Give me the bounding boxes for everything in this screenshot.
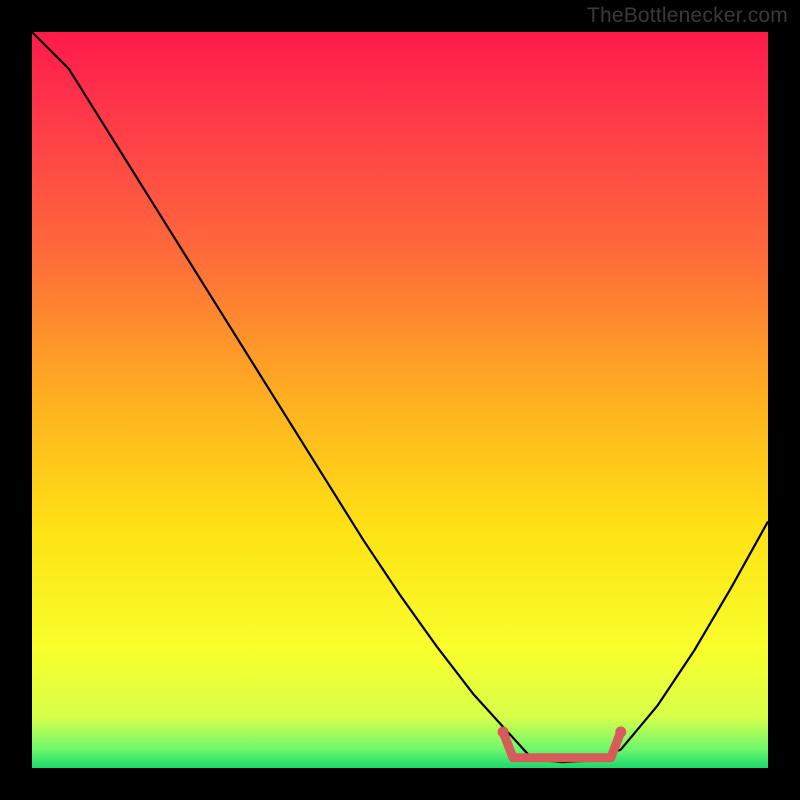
plot-area [32, 32, 768, 768]
gradient-background [32, 32, 768, 768]
bottleneck-chart: TheBottlenecker.com [0, 0, 800, 800]
attribution-label: TheBottlenecker.com [587, 4, 788, 28]
chart-svg [32, 32, 768, 768]
